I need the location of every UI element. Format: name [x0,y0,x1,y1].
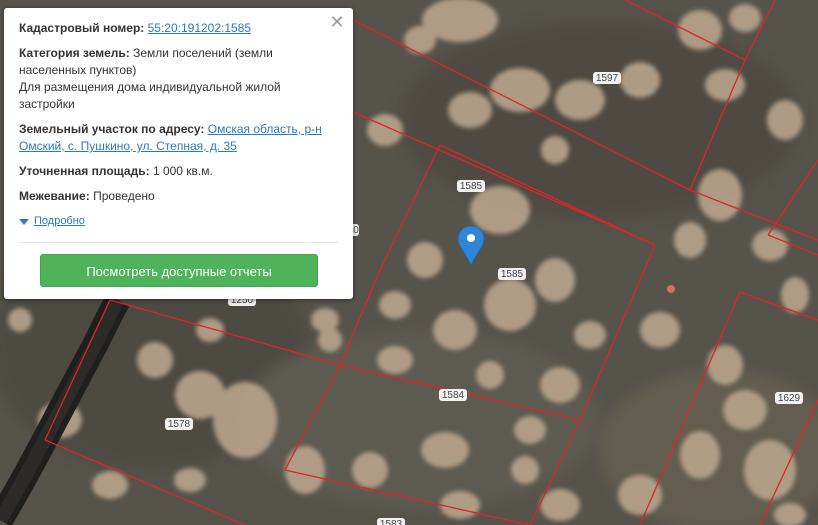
parcel-label-1578: 1578 [165,418,193,430]
cadastral-number-link[interactable]: 55:20:191202:1585 [148,21,251,35]
land-use-value: Для размещения дома индивидуальной жилой… [19,80,281,111]
area-row: Уточненная площадь: 1 000 кв.м. [19,163,339,180]
svg-text:1629: 1629 [778,393,801,404]
caret-down-icon [19,218,29,225]
divider [19,242,338,243]
land-category-label: Категория земель: [19,46,130,60]
parcel-label-partial-1583: 1583 [377,518,405,525]
details-toggle[interactable]: Подробно [19,213,339,230]
survey-row: Межевание: Проведено [19,188,339,205]
parcel-label-1597: 1597 [593,72,621,84]
parcel-label-1584: 1584 [439,389,467,401]
svg-text:1585: 1585 [501,269,524,280]
svg-text:1585: 1585 [460,181,483,192]
cadastral-number-label: Кадастровый номер: [19,21,145,35]
land-category-row: Категория земель: Земли поселений (земли… [19,45,339,113]
parcel-label-1585-b: 1585 [498,268,526,280]
svg-text:0: 0 [353,225,359,236]
details-link[interactable]: Подробно [34,213,85,230]
svg-text:1578: 1578 [168,419,191,430]
parcel-info-popup: ✕ Кадастровый номер: 55:20:191202:1585 К… [4,8,353,299]
area-label: Уточненная площадь: [19,164,150,178]
close-icon[interactable]: ✕ [329,13,345,31]
parcel-label-1585-a: 1585 [457,180,485,192]
svg-text:1584: 1584 [442,390,465,401]
svg-text:1583: 1583 [380,519,403,525]
address-row: Земельный участок по адресу: Омская обла… [19,121,339,155]
map-point [667,285,675,293]
address-label: Земельный участок по адресу: [19,122,205,136]
area-value: 1 000 кв.м. [152,164,213,178]
cadastral-number-row: Кадастровый номер: 55:20:191202:1585 [19,20,339,37]
view-reports-button[interactable]: Посмотреть доступные отчеты [40,254,318,287]
survey-value: Проведено [93,189,155,203]
svg-text:1597: 1597 [596,73,619,84]
survey-label: Межевание: [19,189,90,203]
parcel-label-1629: 1629 [775,392,803,404]
